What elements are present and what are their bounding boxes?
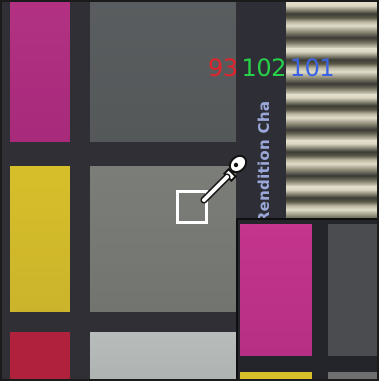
- swatch-red: [10, 332, 70, 379]
- rgb-readout: 93 102 101: [208, 56, 338, 80]
- image-viewport[interactable]: Rendition Cha 93 102 101: [0, 0, 379, 381]
- swatch-light-gray: [90, 332, 236, 379]
- swatch-magenta: [10, 2, 70, 142]
- eyedropper-icon[interactable]: [198, 152, 250, 204]
- inset-swatch-magenta: [240, 224, 312, 356]
- rgb-green-value: 102: [241, 54, 287, 82]
- rgb-blue-value: 101: [289, 54, 335, 82]
- magnifier-inset: [236, 218, 377, 379]
- swatch-yellow: [10, 166, 70, 312]
- inset-swatch-lower-gray: [328, 372, 377, 379]
- inset-swatch-yellow: [240, 372, 312, 379]
- inset-swatch-gray: [328, 224, 377, 356]
- rgb-red-value: 93: [208, 54, 238, 82]
- chart-label: Rendition Cha: [255, 100, 273, 224]
